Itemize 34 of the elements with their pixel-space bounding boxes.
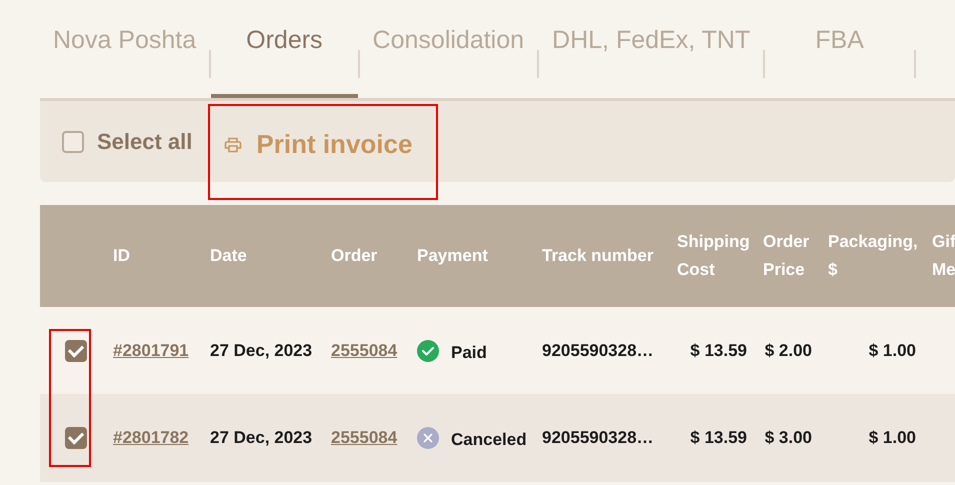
table-cell-text: $ 2.00 xyxy=(764,340,813,360)
table-cell-text: 9205590328… xyxy=(542,340,655,360)
table-cell-text: $ 1.00 xyxy=(868,340,917,360)
select-all-label[interactable]: Select all xyxy=(97,128,192,154)
checkbox[interactable] xyxy=(62,130,84,152)
print-invoice-button[interactable]: Print invoice xyxy=(206,119,430,170)
checkbox[interactable] xyxy=(64,340,86,362)
column-header: Order xyxy=(331,245,378,267)
order-link[interactable]: 2555084 xyxy=(331,340,398,360)
table-cell-text: $ 13.59 xyxy=(689,340,748,360)
column-header: Order Price xyxy=(763,231,810,281)
column-header: Packaging, $ xyxy=(828,231,919,281)
printer-icon xyxy=(224,136,242,152)
column-header: Date xyxy=(210,245,248,267)
order-id-link[interactable]: #2801791 xyxy=(113,340,189,360)
tab[interactable]: DHL, FedEx, TNT xyxy=(539,22,764,98)
tab[interactable]: Nova Poshta xyxy=(40,22,210,98)
tab[interactable]: FBA xyxy=(765,22,914,98)
table-cell-text: $ 13.59 xyxy=(689,428,748,448)
table-cell-text: 27 Dec, 2023 xyxy=(210,428,314,448)
payment-status: Paid xyxy=(451,342,487,362)
table-cell-text: $ 3.00 xyxy=(764,428,813,448)
checkbox[interactable] xyxy=(64,427,86,449)
tab[interactable]: Consolidation xyxy=(360,22,538,98)
order-id-link[interactable]: #2801782 xyxy=(113,428,189,447)
table-cell-text: $ 1.00 xyxy=(868,428,917,448)
column-header: Track number xyxy=(542,245,654,267)
column-header: Shipping Cost xyxy=(677,231,751,281)
payment-status: Canceled xyxy=(451,429,527,450)
column-header: Payment xyxy=(417,245,489,267)
column-header: ID xyxy=(113,245,131,267)
order-link[interactable]: 2555084 xyxy=(331,428,398,447)
table-cell-text: 9205590328… xyxy=(542,428,655,448)
table-cell-text: 27 Dec, 2023 xyxy=(210,340,314,360)
